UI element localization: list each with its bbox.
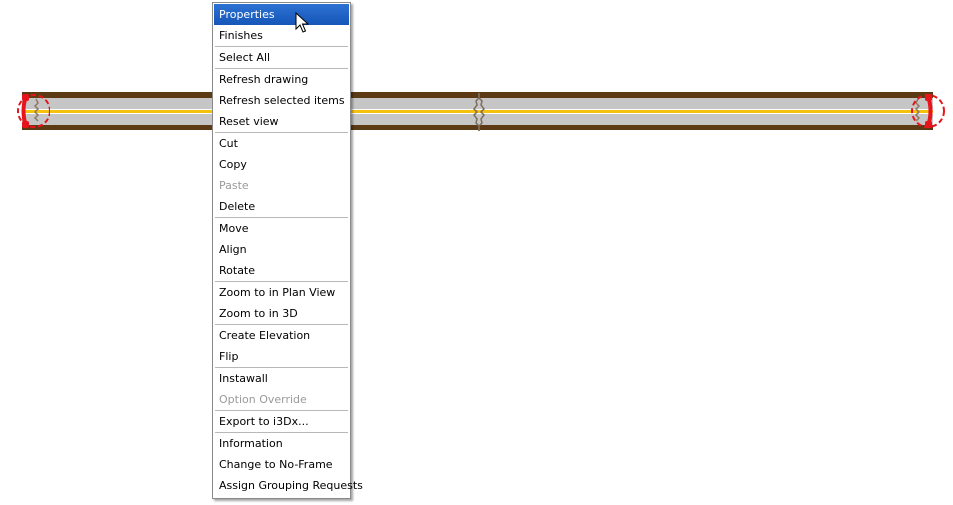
menu-item-export-to-i3dx[interactable]: Export to i3Dx... [214, 411, 349, 432]
menu-item-rotate[interactable]: Rotate [214, 260, 349, 281]
menu-item-change-to-no-frame[interactable]: Change to No-Frame [214, 454, 349, 475]
menu-item-refresh-drawing[interactable]: Refresh drawing [214, 69, 349, 90]
menu-item-zoom-to-in-plan-view[interactable]: Zoom to in Plan View [214, 282, 349, 303]
menu-item-refresh-selected-items[interactable]: Refresh selected items [214, 90, 349, 111]
menu-item-cut[interactable]: Cut [214, 133, 349, 154]
menu-item-properties[interactable]: Properties [214, 4, 349, 25]
menu-item-create-elevation[interactable]: Create Elevation [214, 325, 349, 346]
menu-item-select-all[interactable]: Select All [214, 47, 349, 68]
menu-item-paste: Paste [219, 179, 249, 192]
menu-item-option-override: Option Override [219, 393, 307, 406]
wall-end-handle-left[interactable] [8, 90, 50, 132]
context-menu: Properties Finishes Select All Refresh draw… [212, 2, 363, 499]
menu-item-reset-view[interactable]: Reset view [214, 111, 349, 132]
mouse-pointer-icon [295, 12, 309, 33]
menu-item-flip[interactable]: Flip [214, 346, 349, 367]
menu-item-copy[interactable]: Copy [214, 154, 349, 175]
menu-item-zoom-to-in-3d[interactable]: Zoom to in 3D [214, 303, 349, 324]
wall-end-handle-right[interactable] [902, 90, 948, 132]
menu-item-finishes[interactable]: Finishes [214, 25, 349, 46]
menu-item-move[interactable]: Move [214, 218, 349, 239]
menu-item-align[interactable]: Align [214, 239, 349, 260]
menu-item-information[interactable]: Information [214, 433, 349, 454]
menu-item-assign-grouping-requests[interactable]: Assign Grouping Requests [214, 475, 363, 496]
menu-item-instawall[interactable]: Instawall [214, 368, 349, 389]
wall-midpoint-handle[interactable] [470, 92, 488, 132]
menu-item-delete[interactable]: Delete [214, 196, 349, 217]
drawing-canvas[interactable] [0, 0, 953, 505]
